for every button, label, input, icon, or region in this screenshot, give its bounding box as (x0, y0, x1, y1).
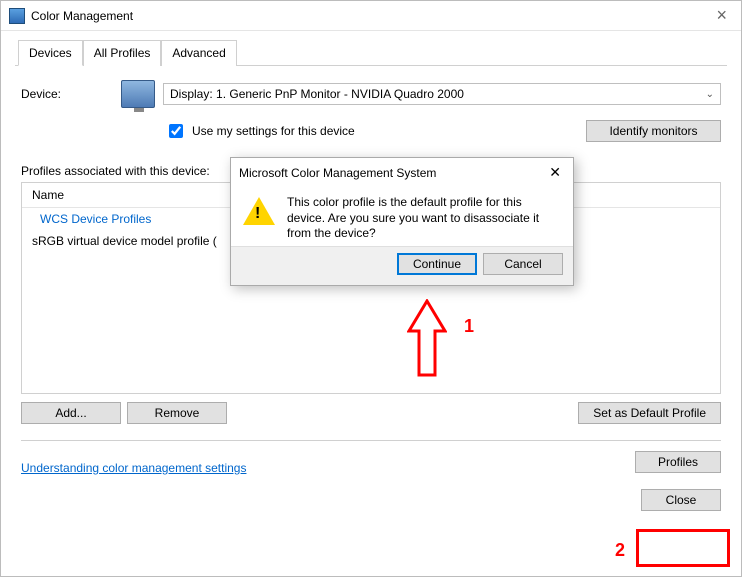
help-link[interactable]: Understanding color management settings (21, 461, 246, 475)
dialog-title: Microsoft Color Management System (239, 166, 545, 180)
device-row: Device: Display: 1. Generic PnP Monitor … (15, 80, 727, 108)
app-icon (9, 8, 25, 24)
profile-buttons-row: Add... Remove Set as Default Profile (21, 402, 721, 424)
device-label: Device: (21, 87, 121, 101)
use-my-settings-input[interactable] (169, 124, 183, 138)
annotation-label-2: 2 (615, 540, 625, 561)
footer-area: Understanding color management settings … (21, 451, 721, 511)
window-close-button[interactable]: × (710, 5, 733, 26)
dialog-body: This color profile is the default profil… (231, 187, 573, 246)
window-titlebar: Color Management × (1, 1, 741, 31)
annotation-close-highlight (636, 529, 730, 567)
annotation-label-1: 1 (464, 316, 474, 337)
dialog-close-button[interactable]: ✕ (545, 164, 565, 181)
close-button[interactable]: Close (641, 489, 721, 511)
device-dropdown-value: Display: 1. Generic PnP Monitor - NVIDIA… (170, 87, 464, 101)
identify-monitors-button[interactable]: Identify monitors (586, 120, 721, 142)
window-title: Color Management (31, 9, 710, 23)
use-my-settings-label: Use my settings for this device (192, 124, 355, 138)
profiles-button[interactable]: Profiles (635, 451, 721, 473)
dialog-message: This color profile is the default profil… (287, 195, 561, 242)
tab-advanced[interactable]: Advanced (161, 40, 236, 66)
dialog-titlebar: Microsoft Color Management System ✕ (231, 158, 573, 187)
remove-button[interactable]: Remove (127, 402, 227, 424)
monitor-icon (121, 80, 155, 108)
tab-strip: Devices All Profiles Advanced (15, 39, 727, 66)
device-settings-row: Use my settings for this device Identify… (15, 114, 727, 148)
dialog-button-row: Continue Cancel (231, 246, 573, 285)
device-dropdown[interactable]: Display: 1. Generic PnP Monitor - NVIDIA… (163, 83, 721, 105)
chevron-down-icon: ⌄ (706, 89, 714, 100)
tab-devices[interactable]: Devices (18, 40, 83, 66)
tab-all-profiles[interactable]: All Profiles (83, 40, 162, 66)
cancel-button[interactable]: Cancel (483, 253, 563, 275)
continue-button[interactable]: Continue (397, 253, 477, 275)
confirm-dialog: Microsoft Color Management System ✕ This… (230, 157, 574, 286)
set-default-profile-button[interactable]: Set as Default Profile (578, 402, 721, 424)
use-my-settings-checkbox[interactable]: Use my settings for this device (165, 121, 355, 141)
warning-icon (243, 197, 275, 225)
separator (21, 440, 721, 441)
add-button[interactable]: Add... (21, 402, 121, 424)
